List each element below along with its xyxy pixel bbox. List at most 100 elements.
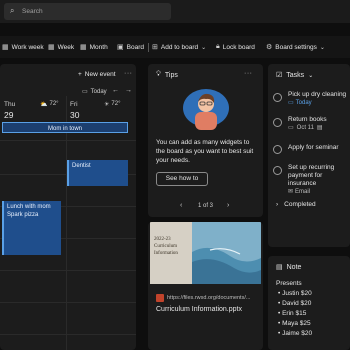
search-box[interactable]: ⌕ Search [4, 3, 171, 20]
chevron-down-icon[interactable]: ⌄ [308, 72, 313, 79]
day-number-29: 29 [4, 110, 14, 120]
settings-icon: ⚙ [266, 44, 273, 51]
note-line-text: Justin $20 [282, 290, 312, 297]
note-heading: Presents [276, 280, 302, 287]
note-line-text: Jaime $20 [282, 330, 313, 337]
checklist-icon: ☑ [276, 72, 283, 79]
more-options-icon[interactable]: ··· [124, 70, 133, 77]
calendar-week-icon: ▦ [48, 44, 55, 51]
note-line: • David $20 [278, 300, 312, 307]
calendar-workweek-icon: ▦ [2, 44, 9, 51]
lightbulb-icon: 💡︎ [156, 71, 161, 78]
lock-icon: 🔒︎ [216, 43, 220, 50]
task-checkbox[interactable] [273, 166, 282, 175]
event-lunch-title: Lunch with mom [7, 204, 51, 210]
note-widget: ▤ Note Presents • Justin $20 • David $20… [268, 256, 350, 350]
today-button[interactable]: ▭ Today [82, 88, 107, 96]
calendar-month-icon: ▦ [80, 44, 87, 51]
calendar-today-icon: ▭ [82, 89, 88, 95]
work-week-button[interactable]: ▦ Work week [2, 43, 44, 52]
temperature-fri: 72° [111, 101, 121, 107]
task-checkbox[interactable] [273, 145, 282, 154]
day-name-fri: Fri [70, 101, 78, 108]
note-title: Note [286, 263, 302, 271]
task-label: Return books [288, 116, 327, 123]
add-board-icon: ⊞ [152, 44, 158, 51]
note-line: • Erin $15 [278, 310, 307, 317]
completed-section[interactable]: › Completed [276, 201, 316, 208]
note-icon: ▤ [316, 125, 323, 131]
task-due: ▭ Oct 11 ▤ [288, 124, 327, 132]
document-widget[interactable]: 2022-23 Curriculum Information https://f… [148, 222, 263, 350]
tips-next-icon[interactable]: › [227, 202, 229, 209]
event-lunch-location: Spark pizza [7, 212, 39, 218]
note-line: • Jaime $20 [278, 330, 313, 337]
document-filename: Curriculum Information.pptx [156, 306, 242, 313]
toolbar-divider [148, 43, 149, 52]
see-how-button[interactable]: See how to [156, 172, 208, 186]
document-thumbnail: 2022-23 Curriculum Information [150, 222, 261, 284]
new-event-button[interactable]: + New event [78, 71, 116, 78]
next-arrow-icon[interactable]: → [125, 87, 132, 94]
task-due-label: Today [295, 100, 312, 106]
tips-title: Tips [164, 71, 178, 79]
board-settings-label: Board settings [275, 43, 317, 51]
weather-fri: ☀ 72° [104, 101, 120, 108]
tips-pager: 1 of 3 [198, 203, 214, 209]
work-week-label: Work week [11, 43, 44, 51]
week-button[interactable]: ▦ Week [48, 43, 75, 52]
task-item[interactable]: Set up recurring payment for insurance ✉… [288, 164, 350, 196]
board-settings-button[interactable]: ⚙ Board settings ⌄ [266, 43, 325, 52]
day-name-thu: Thu [4, 101, 16, 108]
note-line: • Maya $25 [278, 320, 311, 327]
board-icon: ▣ [117, 44, 124, 51]
previous-arrow-icon[interactable]: ← [112, 87, 119, 94]
toolbar: ▦ Work week ▦ Week ▦ Month ▣ Board ⊞ Add… [0, 36, 350, 58]
task-due-label: Oct 11 [296, 125, 314, 131]
month-label: Month [89, 43, 108, 51]
tips-previous-icon[interactable]: ‹ [180, 202, 182, 209]
event-dentist[interactable]: Dentist [67, 160, 128, 186]
board-label: Board [126, 43, 144, 51]
task-item[interactable]: Apply for seminar [288, 144, 339, 152]
sun-icon: ☀ [104, 102, 110, 108]
month-button[interactable]: ▦ Month [80, 43, 108, 52]
see-how-label: See how to [165, 175, 199, 182]
chevron-down-icon: ⌄ [201, 44, 207, 51]
document-source: https://files.rwsd.org/documents/... [156, 294, 260, 302]
task-checkbox[interactable] [273, 93, 282, 102]
task-label: Set up recurring payment for insurance [288, 164, 335, 187]
task-due: ▭ Today [288, 99, 346, 107]
note-header: ▤ Note [276, 263, 302, 272]
calendar-widget: + New event ··· ▭ Today ← → Thu 29 ⛅ 72°… [0, 64, 136, 350]
powerpoint-icon [156, 294, 164, 302]
task-checkbox[interactable] [273, 118, 282, 127]
tasks-widget: ☑ Tasks ⌄ Pick up dry cleaning ▭ Today R… [268, 64, 350, 247]
note-line: • Justin $20 [278, 290, 312, 297]
event-lunch[interactable]: Lunch with mom Spark pizza [2, 201, 61, 255]
tips-body: You can add as many widgets to the board… [156, 139, 254, 164]
search-input[interactable]: Search [22, 8, 43, 15]
tips-illustration [181, 86, 231, 130]
all-day-event-label: Mom in town [47, 126, 82, 132]
task-item[interactable]: Return books ▭ Oct 11 ▤ [288, 116, 327, 132]
note-line-text: Erin $15 [282, 310, 307, 317]
tasks-title: Tasks [286, 71, 305, 79]
hour-line [0, 140, 136, 141]
board-button[interactable]: ▣ Board [117, 43, 144, 52]
completed-label: Completed [284, 201, 316, 208]
today-label: Today [90, 88, 107, 95]
task-source: ✉ Email [288, 188, 350, 196]
chevron-right-icon: › [276, 201, 279, 208]
all-day-event[interactable]: Mom in town [2, 122, 128, 133]
add-to-board-button[interactable]: ⊞ Add to board ⌄ [152, 43, 207, 52]
tips-widget: 💡︎ Tips ··· You can add as many widgets … [148, 64, 263, 217]
lock-board-button[interactable]: 🔒︎ Lock board [216, 43, 255, 51]
more-options-icon[interactable]: ··· [244, 70, 253, 77]
hour-line [0, 302, 136, 303]
lock-board-label: Lock board [222, 43, 255, 51]
hour-line [0, 334, 136, 335]
week-label: Week [57, 43, 75, 51]
task-item[interactable]: Pick up dry cleaning ▭ Today [288, 91, 346, 107]
chevron-down-icon: ⌄ [319, 44, 325, 51]
